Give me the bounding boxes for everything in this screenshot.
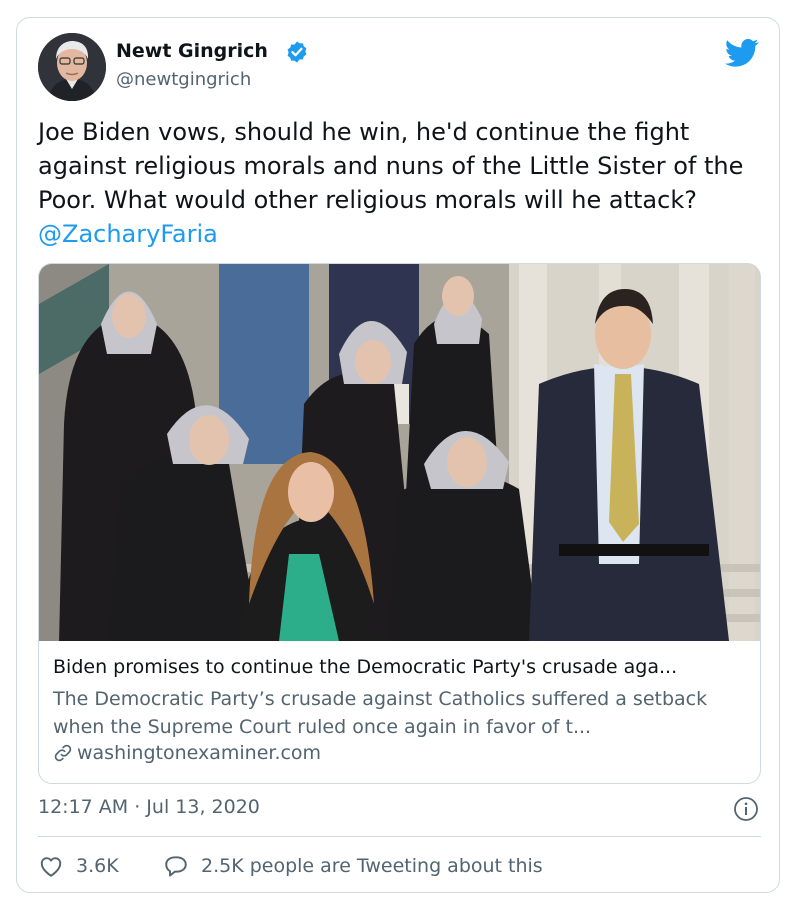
article-photo [39,264,760,641]
author-avatar[interactable] [38,33,106,101]
tweeting-about-button[interactable]: 2.5K people are Tweeting about this [163,851,543,881]
divider [38,836,761,837]
author-name[interactable]: Newt Gingrich [116,40,268,62]
speech-bubble-icon [165,856,187,877]
info-icon[interactable] [733,796,759,822]
author-handle[interactable]: @newtgingrich [116,69,251,90]
avatar-image [38,33,106,101]
heart-icon [40,857,62,877]
like-button[interactable]: 3.6K [38,851,119,881]
link-preview-card[interactable]: Biden promises to continue the Democrati… [38,263,761,784]
link-domain-row[interactable]: washingtonexaminer.com [53,740,321,766]
tweet-body: Joe Biden vows, should he win, he'd cont… [38,118,744,214]
tweet-card: Newt Gingrich @newtgingrich Joe Biden vo… [16,17,780,893]
verified-badge-icon [287,41,307,63]
link-icon [54,744,72,762]
link-description: The Democratic Party’s crusade against C… [53,688,708,738]
mention-link[interactable]: @ZacharyFaria [38,220,218,248]
like-count: 3.6K [76,855,119,877]
twitter-bird-icon[interactable] [725,38,759,68]
link-title[interactable]: Biden promises to continue the Democrati… [53,656,753,678]
link-domain: washingtonexaminer.com [77,742,322,764]
tweet-text: Joe Biden vows, should he win, he'd cont… [38,115,773,251]
tweet-timestamp[interactable]: 12:17 AM · Jul 13, 2020 [38,796,260,818]
tweeting-about-text: 2.5K people are Tweeting about this [201,855,543,877]
